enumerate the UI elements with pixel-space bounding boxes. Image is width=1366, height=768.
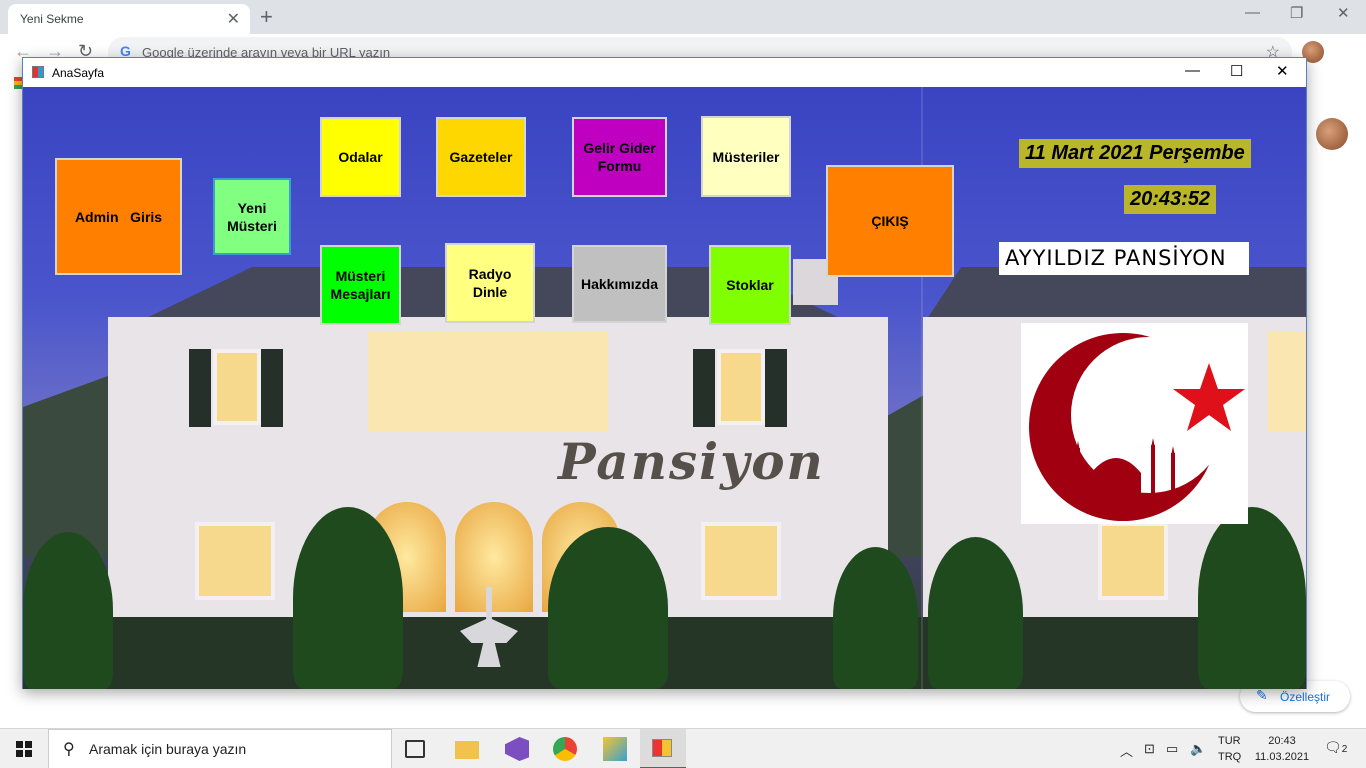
minimize-icon[interactable]: — [1185, 62, 1200, 79]
income-expense-button[interactable]: Gelir Gider Formu [572, 117, 667, 197]
new-tab-button[interactable]: + [260, 4, 273, 30]
language-code: TUR [1218, 735, 1241, 747]
time-label: 20:43:52 [1124, 185, 1217, 214]
customize-label: Özelleştir [1280, 690, 1331, 704]
bush [833, 547, 918, 689]
taskbar: ⚲ Aramak için buraya yazın ︿ ⊡ ▭ 🔈 TUR T… [0, 728, 1366, 768]
taskbar-time: 20:43 [1268, 735, 1296, 747]
chrome-icon[interactable] [553, 737, 577, 761]
bush [23, 532, 113, 689]
stocks-button[interactable]: Stoklar [709, 245, 791, 325]
arch-center [455, 502, 533, 612]
bush [928, 537, 1023, 689]
battery-icon[interactable]: ▭ [1166, 741, 1178, 757]
shutter [693, 349, 715, 427]
maximize-icon[interactable]: ☐ [1230, 62, 1243, 80]
date-label: 11 Mart 2021 Perşembe [1019, 139, 1251, 168]
close-icon[interactable]: ✕ [1276, 62, 1289, 80]
bush [1198, 507, 1306, 689]
lower-window-left [195, 522, 275, 600]
upper-window-right [717, 349, 765, 425]
browser-tabstrip: Yeni Sekme ✕ + — ❐ ✕ [0, 0, 1366, 34]
bush [548, 527, 668, 689]
pencil-icon: ✎ [1256, 687, 1268, 703]
keyboard-layout: TRQ [1218, 751, 1242, 763]
shutter [261, 349, 283, 427]
shutter [765, 349, 787, 427]
close-tab-icon[interactable]: ✕ [227, 9, 240, 29]
taskbar-search[interactable]: ⚲ Aramak için buraya yazın [48, 729, 392, 768]
browser-close-icon[interactable]: ✕ [1337, 4, 1350, 22]
upper-window-left [213, 349, 261, 425]
newspapers-button[interactable]: Gazeteler [436, 117, 526, 197]
search-icon: ⚲ [63, 741, 75, 758]
task-view-icon[interactable] [405, 740, 425, 758]
rooms-button[interactable]: Odalar [320, 117, 401, 197]
window-titlebar[interactable]: AnaSayfa — ☐ ✕ [23, 58, 1306, 87]
radio-button[interactable]: Radyo Dinle [445, 243, 535, 323]
balcony-lit-mirror [1268, 332, 1306, 432]
anasayfa-taskbar-button[interactable] [640, 729, 686, 768]
about-button[interactable]: Hakkımızda [572, 245, 667, 323]
anasayfa-window: AnaSayfa — ☐ ✕ Pansiyon Admin Giris Yeni… [22, 57, 1307, 689]
form-background: Pansiyon Admin Giris Yeni Müsteri Odalar… [23, 87, 1306, 689]
account-avatar[interactable] [1316, 118, 1348, 150]
notification-center-icon[interactable]: 🗨2 [1324, 739, 1347, 756]
taskbar-search-placeholder: Aramak için buraya yazın [89, 741, 247, 757]
balcony-lit [368, 332, 608, 432]
browser-restore-icon[interactable]: ❐ [1290, 4, 1303, 22]
lower-window-mirror [1098, 522, 1168, 600]
windows-start-icon[interactable] [16, 741, 32, 757]
pansiyon-watermark: Pansiyon [558, 432, 825, 491]
show-hidden-icons-icon[interactable]: ︿ [1120, 741, 1133, 760]
file-explorer-icon[interactable] [455, 741, 479, 759]
dev-tool-icon[interactable] [603, 737, 627, 761]
notification-count: 2 [1341, 744, 1348, 755]
window-title: AnaSayfa [52, 66, 105, 80]
network-icon[interactable]: ⊡ [1144, 741, 1155, 757]
shutter [189, 349, 211, 427]
bush [293, 507, 403, 689]
app-icon [32, 66, 44, 78]
browser-minimize-icon[interactable]: — [1245, 4, 1260, 21]
customer-messages-button[interactable]: Müsteri Mesajları [320, 245, 401, 325]
admin-login-button[interactable]: Admin Giris [55, 158, 182, 275]
browser-tab-title: Yeni Sekme [20, 12, 84, 26]
volume-icon[interactable]: 🔈 [1190, 741, 1206, 757]
customers-button[interactable]: Müsteriler [701, 116, 791, 197]
new-customer-button[interactable]: Yeni Müsteri [213, 178, 291, 255]
exit-button[interactable]: ÇIKIŞ [826, 165, 954, 277]
language-indicator[interactable]: TUR TRQ [1218, 733, 1241, 765]
notification-glyph: 🗨 [1324, 739, 1342, 755]
apps-icon[interactable] [14, 77, 22, 89]
lower-window-right [701, 522, 781, 600]
visual-studio-icon[interactable] [505, 737, 529, 761]
crescent-star-icon [1029, 333, 1245, 521]
brand-label: AYYILDIZ PANSİYON [999, 242, 1249, 275]
crescent-star-emblem [1021, 323, 1248, 524]
winform-app-icon [652, 739, 672, 757]
taskbar-date: 11.03.2021 [1254, 751, 1310, 763]
taskbar-clock[interactable]: 20:43 11.03.2021 [1254, 733, 1310, 765]
browser-tab[interactable]: Yeni Sekme ✕ [8, 4, 250, 34]
